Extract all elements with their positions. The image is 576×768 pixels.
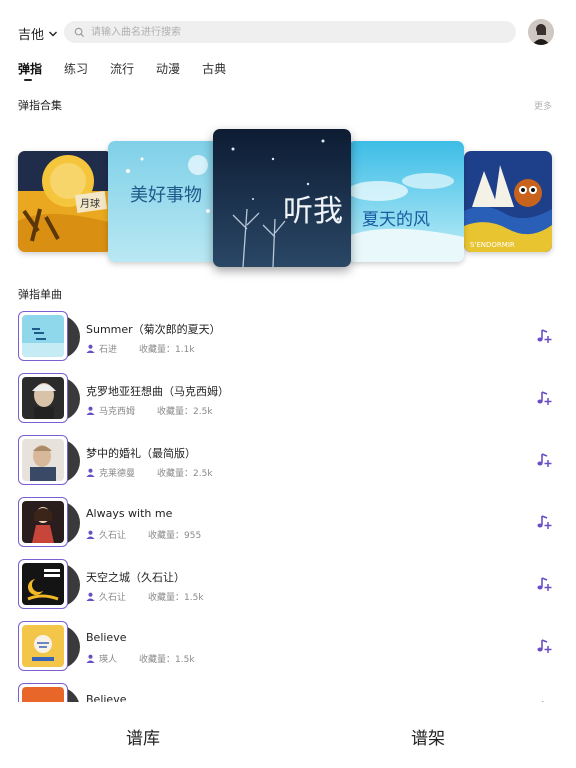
song-title: 天空之城（久石让） (86, 571, 185, 584)
tab-practice[interactable]: 练习 (64, 60, 88, 82)
song-thumb (18, 373, 80, 425)
collection-cover-4[interactable]: 夏天的风 (348, 141, 464, 262)
song-row[interactable]: 克罗地亚狂想曲（马克西姆） 马克西姆 收藏量：2.5k (0, 370, 576, 432)
person-icon (86, 530, 95, 539)
song-title: Believe (86, 631, 127, 644)
top-bar: 吉他 (0, 0, 576, 64)
tab-anime[interactable]: 动漫 (156, 60, 180, 82)
nav-library[interactable]: 谱库 (126, 724, 160, 749)
singles-list: Summer（菊次郎的夏天） 石进 收藏量：1.1k 克罗地亚狂想曲（马克西姆）… (0, 308, 576, 702)
person-icon (86, 468, 95, 477)
chevron-down-icon (49, 31, 58, 36)
song-row[interactable]: Believe 瑛人 收藏量：1.5k (0, 618, 576, 680)
song-thumb (18, 311, 80, 363)
song-row[interactable]: 梦中的婚礼（最简版） 克莱德曼 收藏量：2.5k (0, 432, 576, 494)
collection-cover-5[interactable]: S'ENDORMIR (464, 151, 552, 252)
add-to-shelf-icon[interactable] (536, 452, 552, 468)
song-favorites: 收藏量：2.5k (157, 469, 213, 479)
song-favorites: 收藏量：955 (148, 531, 202, 541)
add-to-shelf-icon[interactable] (536, 514, 552, 530)
person-icon (86, 344, 95, 353)
collection-title: 弹指合集 (18, 99, 62, 112)
song-artist: 瑛人 (99, 655, 118, 665)
song-meta: 久石让 收藏量：1.5k (86, 590, 204, 603)
search-icon (74, 27, 85, 37)
collection-cover-1[interactable]: 月球 (18, 151, 112, 252)
song-meta: 久石让 收藏量：955 (86, 528, 201, 541)
song-thumb (18, 559, 80, 611)
add-to-shelf-icon[interactable] (536, 390, 552, 406)
song-title: 梦中的婚礼（最简版） (86, 447, 196, 460)
nav-shelf[interactable]: 谱架 (411, 724, 445, 749)
collection-carousel[interactable]: 月球 S'ENDORMIR 美好事物 夏天的风 听我 (0, 126, 576, 270)
song-artist: 克莱德曼 (99, 469, 136, 479)
tab-tanzhi[interactable]: 弹指 (18, 60, 42, 82)
song-artist: 马克西姆 (99, 407, 136, 417)
song-favorites: 收藏量：1.5k (139, 655, 195, 665)
song-favorites: 收藏量：2.5k (157, 407, 213, 417)
song-thumb (18, 435, 80, 487)
search-input[interactable] (89, 25, 493, 39)
song-row[interactable]: Always with me 久石让 收藏量：955 (0, 494, 576, 556)
bottom-nav: 谱库 谱架 (0, 702, 576, 768)
person-icon (86, 592, 95, 601)
song-meta: 马克西姆 收藏量：2.5k (86, 404, 213, 417)
song-meta: 克莱德曼 收藏量：2.5k (86, 466, 213, 479)
song-favorites: 收藏量：1.5k (148, 593, 204, 603)
add-to-shelf-icon[interactable] (536, 638, 552, 654)
song-meta: 石进 收藏量：1.1k (86, 342, 195, 355)
song-title: Believe (86, 693, 127, 702)
tab-classical[interactable]: 古典 (202, 60, 226, 82)
avatar[interactable] (528, 19, 554, 45)
song-favorites: 收藏量：1.1k (139, 345, 195, 355)
category-tabs: 弹指 练习 流行 动漫 古典 (18, 60, 248, 82)
more-link[interactable]: 更多 (534, 99, 552, 112)
song-thumb (18, 621, 80, 673)
cover-3-text: 听我 (283, 194, 343, 229)
collection-cover-3[interactable]: 听我 (213, 129, 351, 267)
song-meta: 瑛人 收藏量：1.5k (86, 652, 195, 665)
collection-cover-2[interactable]: 美好事物 (108, 141, 226, 262)
cover-1-text: 月球 (80, 197, 100, 210)
song-row[interactable]: Summer（菊次郎的夏天） 石进 收藏量：1.1k (0, 308, 576, 370)
song-row[interactable]: 天空之城（久石让） 久石让 收藏量：1.5k (0, 556, 576, 618)
song-thumb (18, 683, 80, 702)
instrument-selector[interactable]: 吉他 (18, 24, 58, 43)
song-artist: 久石让 (99, 593, 127, 603)
add-to-shelf-icon[interactable] (536, 576, 552, 592)
cover-2-text: 美好事物 (130, 185, 202, 206)
song-title: Always with me (86, 507, 173, 520)
song-row[interactable]: Believe (0, 680, 576, 702)
person-icon (86, 406, 95, 415)
song-title: 克罗地亚狂想曲（马克西姆） (86, 385, 229, 398)
search-bar[interactable] (64, 21, 516, 43)
add-to-shelf-icon[interactable] (536, 328, 552, 344)
song-artist: 久石让 (99, 531, 127, 541)
cover-5-text: S'ENDORMIR (470, 241, 515, 249)
song-thumb (18, 497, 80, 549)
cover-4-text: 夏天的风 (362, 210, 430, 230)
person-icon (86, 654, 95, 663)
tab-pop[interactable]: 流行 (110, 60, 134, 82)
song-artist: 石进 (99, 345, 118, 355)
song-title: Summer（菊次郎的夏天） (86, 323, 221, 336)
singles-title: 弹指单曲 (18, 288, 62, 301)
instrument-label: 吉他 (18, 28, 45, 43)
